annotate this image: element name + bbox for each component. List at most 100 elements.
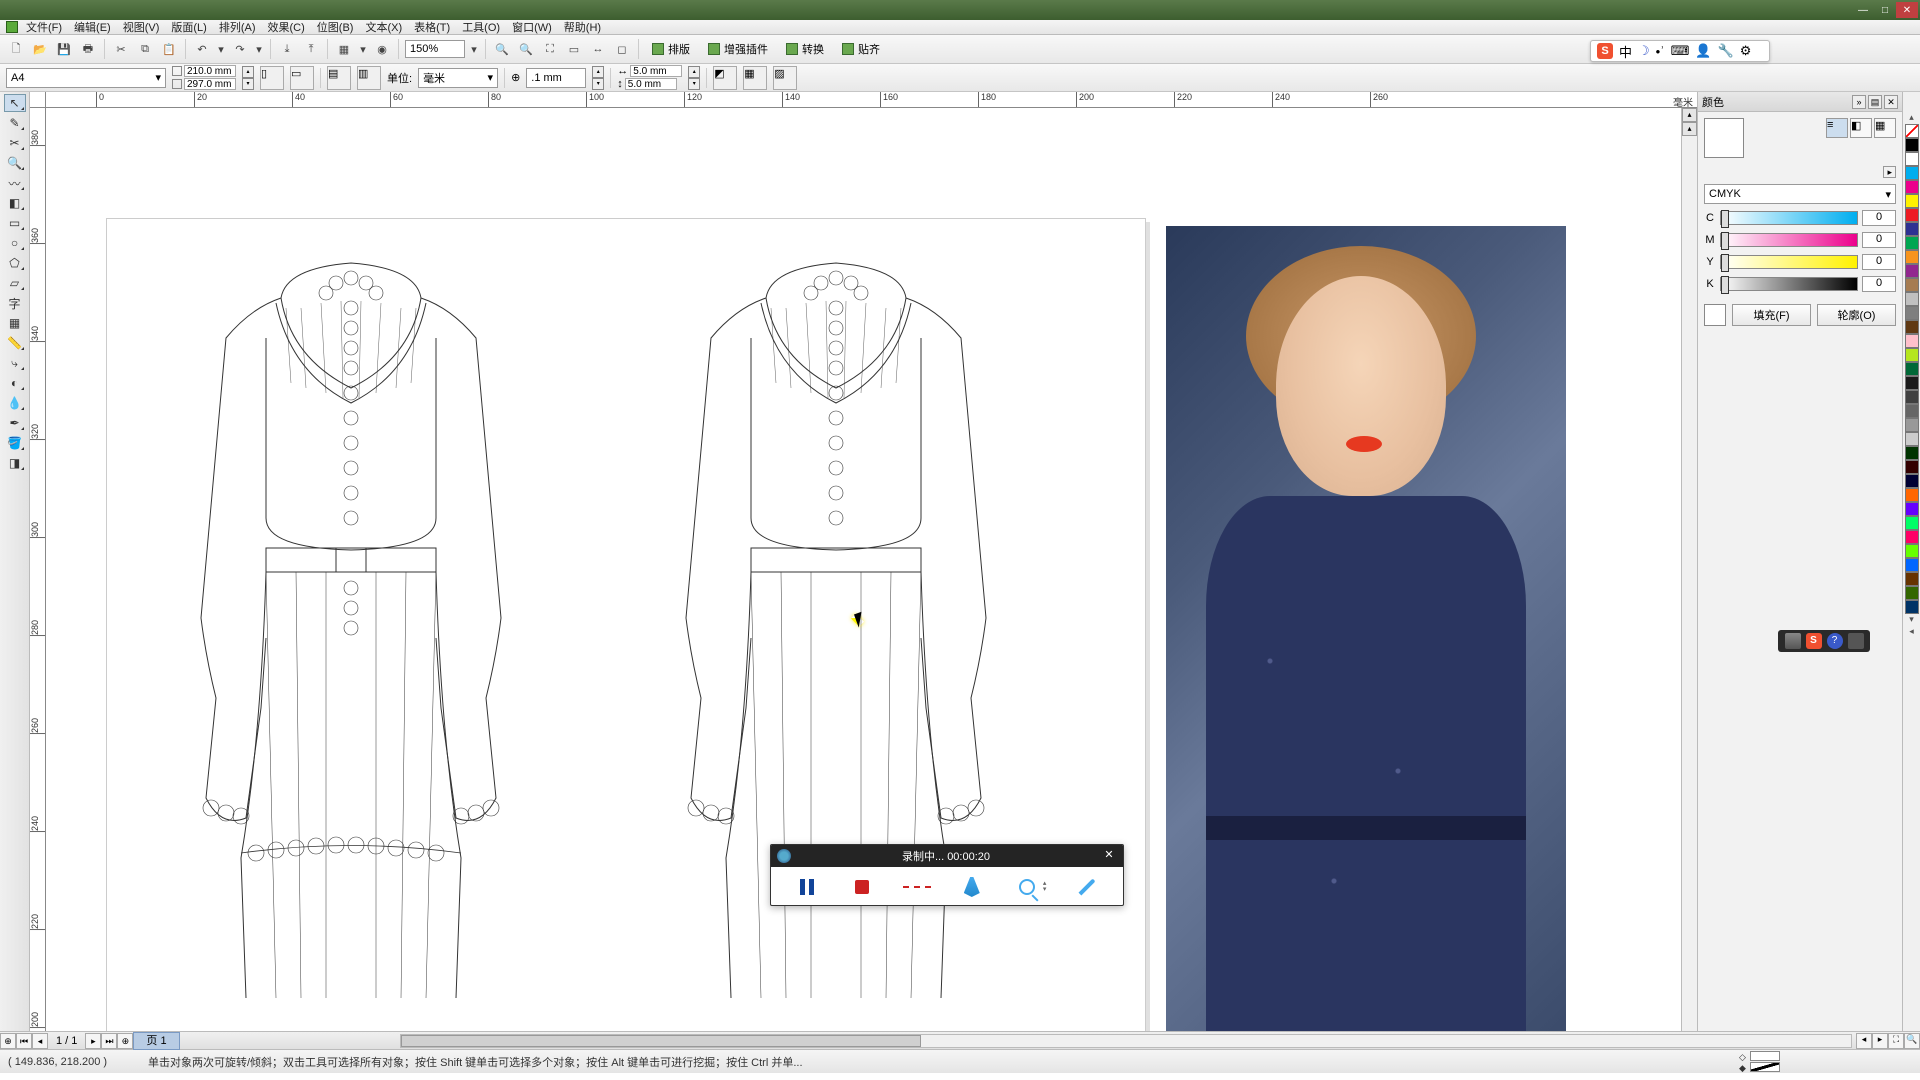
zoom-level-input[interactable]: [405, 40, 465, 58]
color-sliders-view[interactable]: ≡: [1826, 118, 1848, 138]
cyan-slider[interactable]: [1720, 211, 1858, 225]
palette-swatch[interactable]: [1905, 222, 1919, 236]
ime-punct-icon[interactable]: •ʾ: [1656, 44, 1665, 59]
palette-scroll-up[interactable]: ▴: [1905, 112, 1919, 124]
palette-swatch[interactable]: [1905, 208, 1919, 222]
black-value[interactable]: 0: [1862, 276, 1896, 292]
horizontal-scrollbar[interactable]: [400, 1034, 1852, 1048]
palette-swatch[interactable]: [1905, 404, 1919, 418]
reference-photo[interactable]: [1166, 226, 1566, 1031]
mini-tool-1[interactable]: [1785, 633, 1801, 649]
zoom-page-icon[interactable]: ▭: [564, 39, 584, 59]
palette-swatch[interactable]: [1905, 292, 1919, 306]
outline-tool[interactable]: ✒: [4, 414, 26, 432]
menu-help[interactable]: 帮助(H): [560, 19, 605, 35]
palette-swatch[interactable]: [1905, 544, 1919, 558]
zoom-dropdown-icon[interactable]: ▾: [469, 39, 479, 59]
recorder-pause-button[interactable]: [793, 873, 821, 901]
redo-icon[interactable]: ↷: [230, 39, 250, 59]
palette-swatch[interactable]: [1905, 460, 1919, 474]
hscroll-left[interactable]: ◂: [1856, 1033, 1872, 1049]
zoom-in-icon[interactable]: 🔍: [492, 39, 512, 59]
palette-swatch[interactable]: [1905, 264, 1919, 278]
maximize-button[interactable]: □: [1874, 2, 1896, 18]
interactive-fill-tool[interactable]: ◨: [4, 454, 26, 472]
recorder-close-icon[interactable]: ✕: [1101, 848, 1117, 864]
scroll-up-2[interactable]: ▴: [1682, 122, 1697, 136]
palette-swatch[interactable]: [1905, 250, 1919, 264]
menu-table[interactable]: 表格(T): [410, 19, 454, 35]
floating-mini-toolbar[interactable]: S ?: [1778, 630, 1870, 652]
recorder-brush-button[interactable]: [958, 873, 986, 901]
menu-edit[interactable]: 编辑(E): [70, 19, 115, 35]
palette-swatch[interactable]: [1905, 474, 1919, 488]
polygon-tool[interactable]: ⬠: [4, 254, 26, 272]
palette-swatch[interactable]: [1905, 418, 1919, 432]
nudge-spinner[interactable]: ▴▾: [592, 66, 604, 90]
yellow-slider[interactable]: [1720, 255, 1858, 269]
dress-sketch-left[interactable]: [131, 238, 571, 998]
options-button-1[interactable]: ▦: [743, 66, 767, 90]
table-tool[interactable]: ▦: [4, 314, 26, 332]
plugin-convert[interactable]: 转换: [779, 39, 831, 59]
zoom-fit-icon[interactable]: ⛶: [540, 39, 560, 59]
zoom-selection-icon[interactable]: ◻: [612, 39, 632, 59]
palette-swatch[interactable]: [1905, 334, 1919, 348]
fill-swatch[interactable]: [1704, 304, 1726, 326]
options-button-2[interactable]: ▨: [773, 66, 797, 90]
palette-swatch[interactable]: [1905, 446, 1919, 460]
color-viewer-view[interactable]: ◧: [1850, 118, 1872, 138]
nudge-input[interactable]: .1 mm: [526, 68, 586, 88]
palette-swatch[interactable]: [1905, 348, 1919, 362]
portrait-button[interactable]: ▯: [260, 66, 284, 90]
app-launcher-icon[interactable]: ▦: [334, 39, 354, 59]
no-color-swatch[interactable]: [1905, 124, 1919, 138]
zoom-tool[interactable]: 🔍: [4, 154, 26, 172]
palette-swatch[interactable]: [1905, 320, 1919, 334]
eyedropper-tool[interactable]: 💧: [4, 394, 26, 412]
outline-button[interactable]: 轮廓(O): [1817, 304, 1896, 326]
close-button[interactable]: ✕: [1896, 2, 1918, 18]
horizontal-ruler[interactable]: 毫米 020406080100120140160180200220240260: [46, 92, 1697, 108]
yellow-value[interactable]: 0: [1862, 254, 1896, 270]
save-icon[interactable]: 💾: [54, 39, 74, 59]
palette-swatch[interactable]: [1905, 138, 1919, 152]
plugin-snap[interactable]: 贴齐: [835, 39, 887, 59]
palette-swatch[interactable]: [1905, 306, 1919, 320]
print-icon[interactable]: 🖶: [78, 39, 98, 59]
interactive-tool[interactable]: ◐: [4, 374, 26, 392]
menu-bitmap[interactable]: 位图(B): [313, 19, 358, 35]
fill-outline-indicator[interactable]: ◇ ◆: [1750, 1051, 1780, 1072]
plugin-enhance[interactable]: 增强插件: [701, 39, 775, 59]
palette-swatch[interactable]: [1905, 516, 1919, 530]
recorder-pen-button[interactable]: [1073, 873, 1101, 901]
units-combo[interactable]: 毫米▾: [418, 68, 498, 88]
palette-swatch[interactable]: [1905, 558, 1919, 572]
redo-dropdown-icon[interactable]: ▾: [254, 39, 264, 59]
export-icon[interactable]: ⤒: [301, 39, 321, 59]
mini-tool-4[interactable]: [1848, 633, 1864, 649]
color-options-icon[interactable]: ▸: [1883, 166, 1896, 178]
page-height-input[interactable]: 297.0 mm: [184, 78, 236, 90]
next-page-icon[interactable]: ▸: [85, 1033, 101, 1049]
docker-close-icon[interactable]: ✕: [1884, 95, 1898, 109]
text-tool[interactable]: 字: [4, 294, 26, 312]
menu-text[interactable]: 文本(X): [361, 19, 406, 35]
palette-swatch[interactable]: [1905, 390, 1919, 404]
palette-swatch[interactable]: [1905, 586, 1919, 600]
cut-icon[interactable]: ✂: [111, 39, 131, 59]
page-width-input[interactable]: 210.0 mm: [184, 65, 236, 77]
undo-icon[interactable]: ↶: [192, 39, 212, 59]
ruler-origin[interactable]: [30, 92, 46, 108]
palette-swatch[interactable]: [1905, 600, 1919, 614]
vertical-ruler[interactable]: 380360340320300280260240220200180: [30, 108, 46, 1031]
palette-flyout[interactable]: ◂: [1905, 626, 1919, 638]
color-model-combo[interactable]: CMYK▾: [1704, 184, 1896, 204]
last-page-icon[interactable]: ⏭: [101, 1033, 117, 1049]
dup-spinner[interactable]: ▴▾: [688, 66, 700, 90]
dup-x-input[interactable]: 5.0 mm: [630, 65, 682, 77]
recorder-zoom-dropdown[interactable]: ▴▾: [1043, 881, 1047, 893]
mini-tool-sogou[interactable]: S: [1806, 633, 1822, 649]
palette-swatch[interactable]: [1905, 530, 1919, 544]
undo-dropdown-icon[interactable]: ▾: [216, 39, 226, 59]
